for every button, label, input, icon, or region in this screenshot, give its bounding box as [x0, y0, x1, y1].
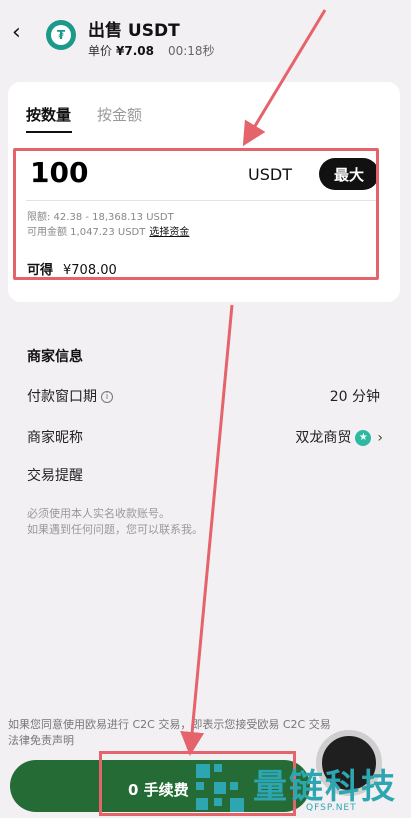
- chevron-right-icon: ›: [377, 430, 383, 446]
- price-line: 单价 ¥7.08 00:18秒: [88, 42, 215, 59]
- chevron-left-icon: ‹: [12, 20, 21, 45]
- tab-by-quantity[interactable]: 按数量: [26, 104, 71, 125]
- price-label: 单价: [88, 44, 113, 58]
- note-line-1: 必须使用本人实名收款账号。: [27, 507, 170, 520]
- payment-window-value: 20 分钟: [329, 389, 380, 405]
- highlight-box: [13, 148, 379, 280]
- usdt-coin-icon: ₮: [46, 20, 76, 50]
- merchant-nickname: 双龙商贸: [295, 430, 352, 446]
- note-line-2: 如果遇到任何问题，您可以联系我。: [27, 523, 203, 536]
- tab-by-amount[interactable]: 按金额: [97, 104, 142, 125]
- watermark-domain: QFSP.NET: [306, 803, 357, 813]
- page-title: 出售 USDT: [88, 21, 180, 41]
- info-icon[interactable]: i: [101, 391, 113, 403]
- active-tab-indicator: [26, 131, 72, 133]
- trade-reminder-label: 交易提醒: [27, 468, 83, 484]
- payment-window-label: 付款窗口期 i: [27, 386, 113, 406]
- merchant-section-title: 商家信息: [27, 349, 83, 365]
- merchant-nickname-link[interactable]: 双龙商贸 ★ ›: [295, 427, 383, 447]
- back-button[interactable]: ‹: [12, 22, 34, 44]
- trade-reminder-note: 必须使用本人实名收款账号。 如果遇到任何问题，您可以联系我。: [27, 506, 357, 538]
- watermark-brand: 量链科技: [253, 767, 397, 807]
- payment-window-text: 付款窗口期: [27, 389, 97, 405]
- watermark-logo-icon: [196, 764, 244, 812]
- price-value: ¥7.08: [116, 44, 154, 58]
- countdown-timer: 00:18秒: [167, 44, 215, 58]
- nickname-label: 商家昵称: [27, 430, 83, 446]
- verified-badge-icon: ★: [355, 430, 372, 446]
